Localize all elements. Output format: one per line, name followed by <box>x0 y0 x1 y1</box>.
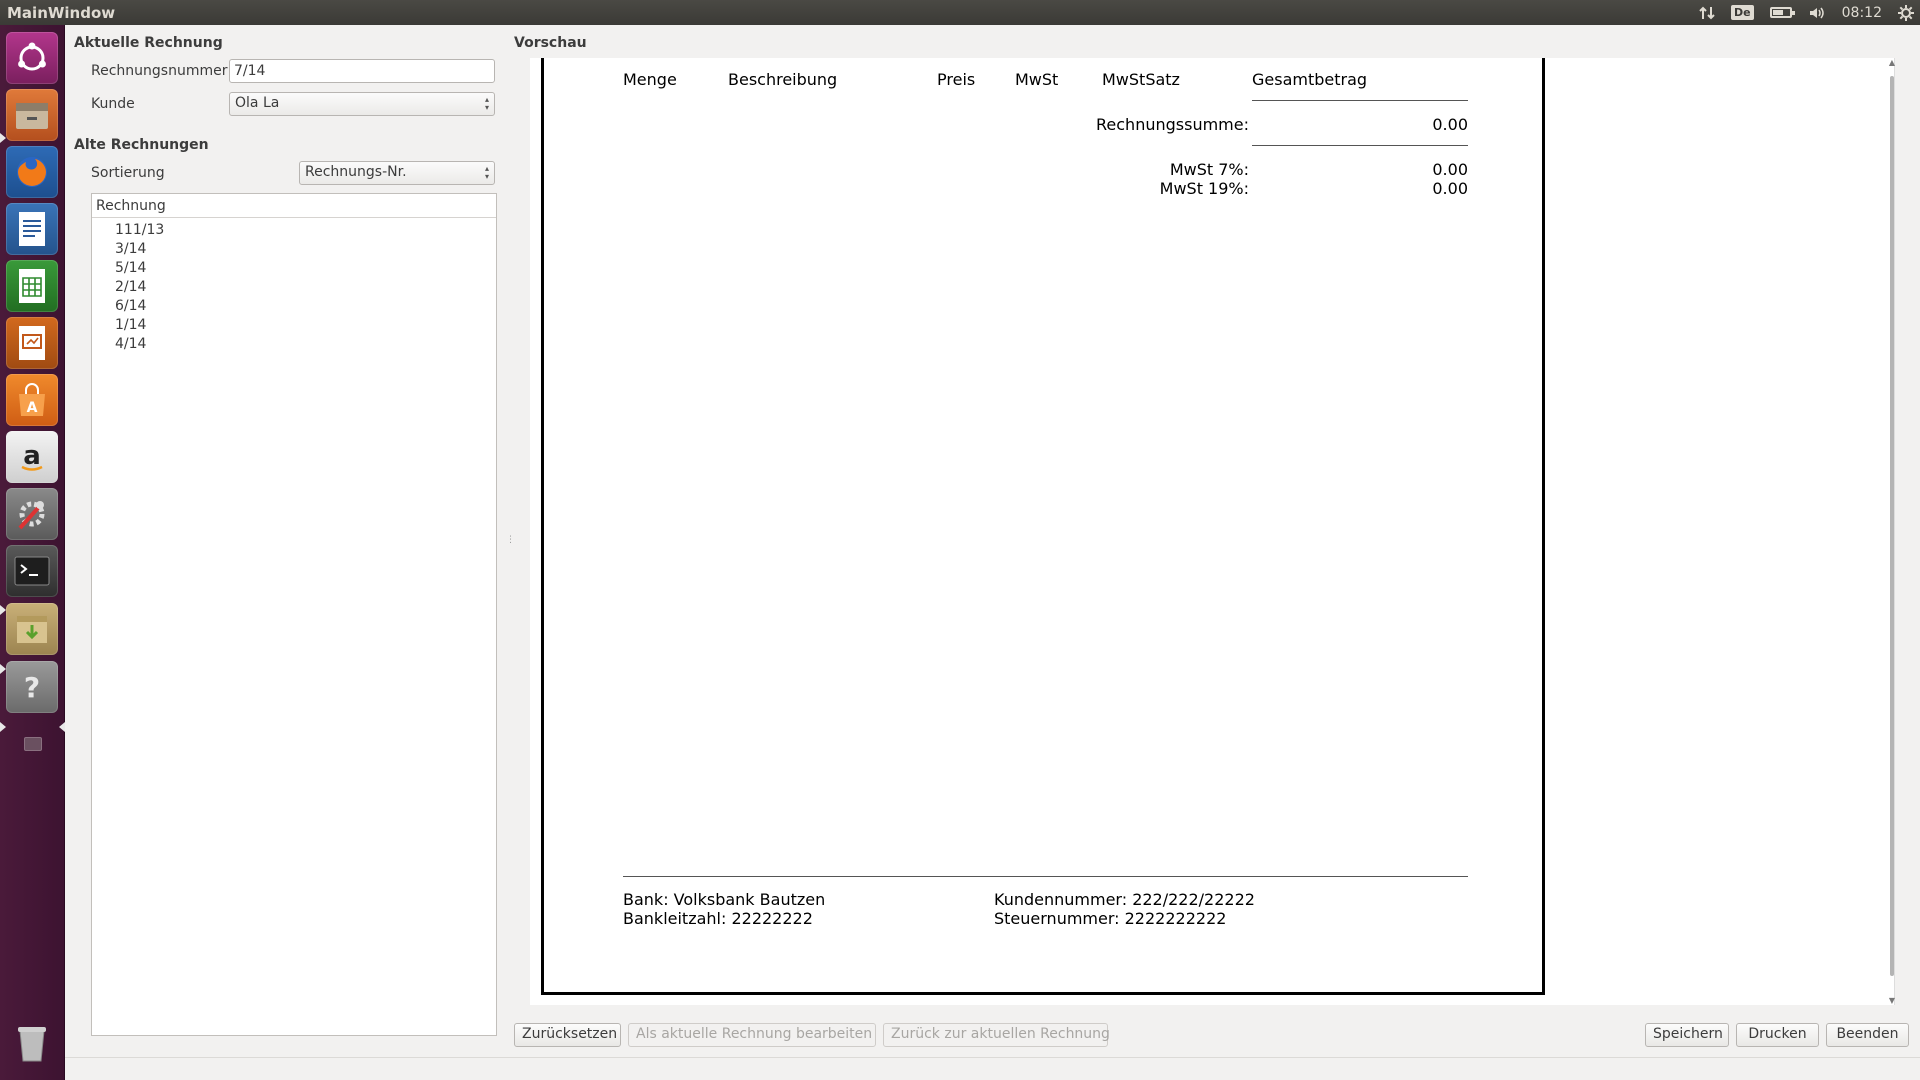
svg-text:a: a <box>23 441 41 471</box>
system-settings-icon[interactable] <box>6 488 58 540</box>
list-item[interactable]: 4/14 <box>92 335 496 354</box>
customer-select-value: Ola La <box>235 95 280 111</box>
preview-heading: Vorschau <box>514 35 587 51</box>
column-vat: MwSt <box>1015 70 1059 89</box>
footer-tax-number: Steuernummer: 2222222222 <box>994 909 1227 928</box>
list-item[interactable]: 3/14 <box>92 240 496 259</box>
invoice-list[interactable]: Rechnung 111/13 3/14 5/14 2/14 6/14 1/14… <box>91 193 497 1036</box>
window-title: MainWindow <box>7 3 116 22</box>
column-qty: Menge <box>623 70 677 89</box>
sort-label: Sortierung <box>91 165 165 181</box>
writer-icon[interactable] <box>6 203 58 255</box>
divider <box>1252 145 1468 146</box>
indicator-area: De 08:12 <box>1699 0 1914 25</box>
customer-select[interactable]: Ola La ▴ ▾ <box>229 92 495 116</box>
list-item[interactable]: 111/13 <box>92 221 496 240</box>
edit-as-current-button[interactable]: Als aktuelle Rechnung bearbeiten <box>628 1023 876 1047</box>
session-gear-icon[interactable] <box>1898 4 1914 21</box>
current-invoice-heading: Aktuelle Rechnung <box>74 35 223 51</box>
combo-arrows-icon: ▴ ▾ <box>484 164 489 181</box>
list-item[interactable]: 2/14 <box>92 278 496 297</box>
scroll-up-icon[interactable]: ▲ <box>1887 58 1897 67</box>
footer-blz: Bankleitzahl: 22222222 <box>623 909 813 928</box>
vat19-value: 0.00 <box>1432 179 1468 198</box>
svg-text:?: ? <box>24 671 40 704</box>
quit-button[interactable]: Beenden <box>1826 1023 1909 1047</box>
volume-icon[interactable] <box>1808 5 1826 21</box>
terminal-icon[interactable] <box>6 545 58 597</box>
vat7-value: 0.00 <box>1432 160 1468 179</box>
vat19-label: MwSt 19%: <box>1159 179 1249 198</box>
divider <box>1252 100 1468 101</box>
top-panel: MainWindow De 08:12 <box>0 0 1920 25</box>
main-window: Aktuelle Rechnung Rechnungsnummer Kunde … <box>65 25 1920 1080</box>
launcher: A a ? <box>0 25 65 1080</box>
footer-customer-number: Kundennummer: 222/222/22222 <box>994 890 1255 909</box>
column-price: Preis <box>937 70 976 89</box>
files-icon[interactable] <box>6 89 58 141</box>
reset-button[interactable]: Zurücksetzen <box>514 1023 621 1047</box>
sum-label: Rechnungssumme: <box>1096 115 1249 134</box>
combo-arrows-icon: ▴ ▾ <box>484 95 489 112</box>
customer-label: Kunde <box>91 96 135 112</box>
invoice-number-input[interactable] <box>229 59 495 83</box>
invoice-paper: Menge Beschreibung Preis MwSt MwStSatz G… <box>541 58 1545 995</box>
calc-icon[interactable] <box>6 260 58 312</box>
trash-icon[interactable] <box>6 1017 58 1069</box>
scroll-thumb[interactable] <box>1890 76 1894 976</box>
battery-icon[interactable] <box>1769 7 1795 18</box>
column-description: Beschreibung <box>728 70 838 89</box>
splitter-handle[interactable]: ⋮ <box>506 535 515 545</box>
network-icon[interactable] <box>1699 5 1715 21</box>
column-total: Gesamtbetrag <box>1252 70 1368 89</box>
print-button[interactable]: Drucken <box>1736 1023 1819 1047</box>
old-invoices-heading: Alte Rechnungen <box>74 137 209 153</box>
save-button[interactable]: Speichern <box>1645 1023 1729 1047</box>
archive-manager-icon[interactable] <box>6 603 58 655</box>
back-to-current-button[interactable]: Zurück zur aktuellen Rechnung <box>883 1023 1110 1047</box>
status-bar <box>65 1057 1920 1080</box>
invoice-list-body: 111/13 3/14 5/14 2/14 6/14 1/14 4/14 <box>92 218 496 354</box>
column-vat-rate: MwStSatz <box>1102 70 1180 89</box>
list-item[interactable]: 1/14 <box>92 316 496 335</box>
keyboard-layout-icon[interactable]: De <box>1731 5 1754 20</box>
clock-label[interactable]: 08:12 <box>1842 5 1882 21</box>
ubuntu-dash-icon[interactable] <box>6 32 58 84</box>
sort-select[interactable]: Rechnungs-Nr. ▴ ▾ <box>299 161 495 185</box>
list-item[interactable]: 5/14 <box>92 259 496 278</box>
invoice-list-header[interactable]: Rechnung <box>92 194 496 218</box>
vat7-label: MwSt 7%: <box>1169 160 1249 179</box>
window-indicator-icon <box>24 737 42 751</box>
footer-bank: Bank: Volksbank Bautzen <box>623 890 826 909</box>
amazon-icon[interactable]: a <box>6 431 58 483</box>
sort-select-value: Rechnungs-Nr. <box>305 164 407 180</box>
invoice-number-label: Rechnungsnummer <box>91 63 228 79</box>
sum-value: 0.00 <box>1432 115 1468 134</box>
preview-scrollbar[interactable]: ▲ ▼ <box>1887 58 1897 1005</box>
firefox-icon[interactable] <box>6 146 58 198</box>
list-item[interactable]: 6/14 <box>92 297 496 316</box>
help-icon[interactable]: ? <box>6 661 58 713</box>
scroll-down-icon[interactable]: ▼ <box>1887 996 1897 1005</box>
software-center-icon[interactable]: A <box>6 374 58 426</box>
svg-text:A: A <box>27 400 38 416</box>
footer-divider <box>623 876 1468 877</box>
impress-icon[interactable] <box>6 317 58 369</box>
